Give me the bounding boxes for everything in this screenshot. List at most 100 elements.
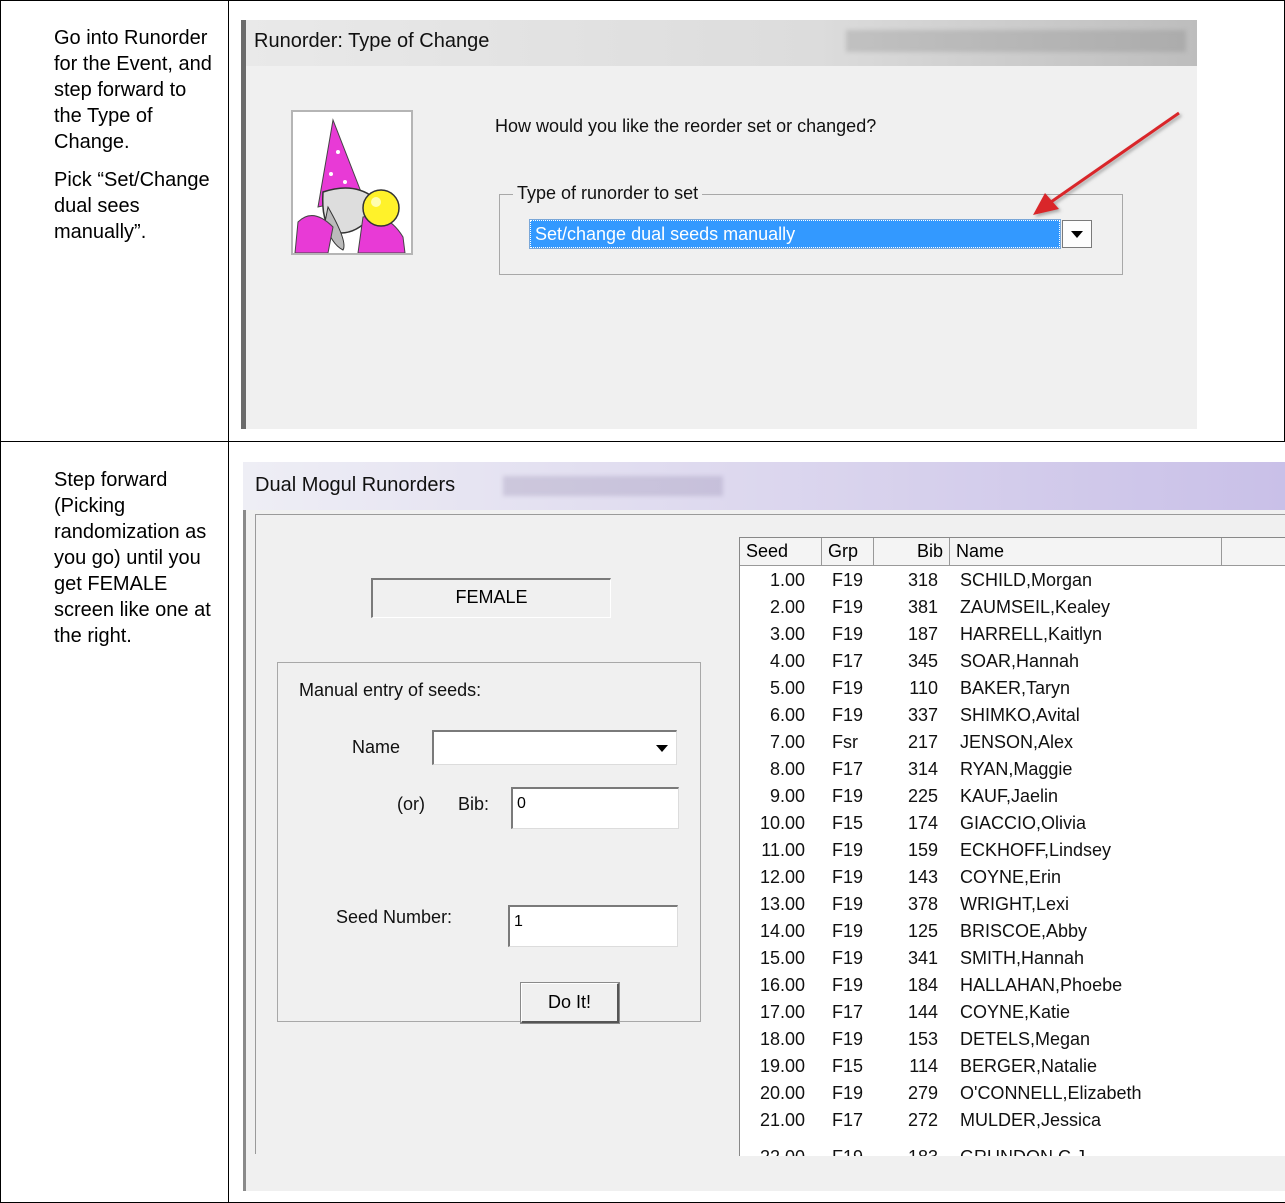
bib-cell: 187 — [907, 624, 938, 644]
bib-cell: 217 — [907, 732, 938, 752]
table-row[interactable]: 19.00 F15 114 BERGER,Natalie — [740, 1055, 1285, 1082]
grp-cell: F19 — [832, 705, 864, 725]
bib-cell: 279 — [907, 1083, 938, 1103]
seed-number-value: 1 — [514, 913, 523, 930]
window-edge — [241, 20, 246, 429]
seed-cell: 18.00 — [759, 1029, 805, 1049]
bib-cell: 174 — [907, 813, 938, 833]
bib-cell: 341 — [907, 948, 938, 968]
table-row[interactable]: 10.00 F15 174 GIACCIO,Olivia — [740, 812, 1285, 839]
bib-cell: 143 — [907, 867, 938, 887]
table-row[interactable]: 13.00 F19 378 WRIGHT,Lexi — [740, 893, 1285, 920]
bib-cell: 318 — [907, 570, 938, 590]
table-row[interactable]: 1.00 F19 318 SCHILD,Morgan — [740, 569, 1285, 596]
grp-cell: F17 — [832, 1110, 864, 1130]
column-header-seed-label: Seed — [746, 541, 789, 561]
table-row[interactable]: 17.00 F17 144 COYNE,Katie — [740, 1001, 1285, 1028]
do-it-button[interactable]: Do It! — [520, 982, 620, 1024]
name-select[interactable] — [432, 730, 677, 765]
table-row-divider — [0, 441, 1285, 442]
grp-cell: F19 — [832, 975, 864, 995]
grp-cell: F19 — [832, 570, 864, 590]
table-row[interactable]: 15.00 F19 341 SMITH,Hannah — [740, 947, 1285, 974]
or-label: (or) — [397, 794, 425, 814]
table-row[interactable]: 21.00 F17 272 MULDER,Jessica — [740, 1109, 1285, 1136]
seed-cell: 2.00 — [769, 597, 805, 617]
chevron-down-icon — [656, 744, 668, 752]
window-edge — [243, 510, 246, 1191]
seed-number-label: Seed Number: — [336, 907, 453, 927]
seed-cell: 7.00 — [769, 732, 805, 752]
name-cell: BAKER,Taryn — [960, 678, 1071, 698]
grp-cell: F19 — [832, 948, 864, 968]
grp-cell: F19 — [832, 624, 864, 644]
runorder-type-select[interactable]: Set/change dual seeds manually — [529, 219, 1061, 249]
name-cell: SOAR,Hannah — [960, 651, 1080, 671]
column-header-extra[interactable] — [1222, 538, 1285, 566]
column-header-bib[interactable]: Bib — [874, 538, 950, 566]
grp-cell: F19 — [832, 786, 864, 806]
name-label: Name — [352, 737, 401, 757]
seed-cell: 9.00 — [769, 786, 805, 806]
column-header-bib-label: Bib — [916, 541, 943, 561]
grp-cell: F17 — [832, 651, 864, 671]
seed-cell: 8.00 — [769, 759, 805, 779]
column-header-grp[interactable]: Grp — [822, 538, 874, 566]
table-row[interactable]: 20.00 F19 279 O'CONNELL,Elizabeth — [740, 1082, 1285, 1109]
bib-cell: 272 — [907, 1110, 938, 1130]
table-row[interactable]: 9.00 F19 225 KAUF,Jaelin — [740, 785, 1285, 812]
column-header-name[interactable]: Name — [950, 538, 1222, 566]
grp-cell: Fsr — [832, 732, 858, 752]
table-row[interactable]: 18.00 F19 153 DETELS,Megan — [740, 1028, 1285, 1055]
annotation-arrow-icon — [1033, 111, 1180, 215]
grp-cell: F19 — [832, 894, 864, 914]
bib-cell: 337 — [907, 705, 938, 725]
bib-value: 0 — [517, 795, 526, 812]
table-border-left — [0, 0, 1, 1203]
column-header-name-label: Name — [956, 541, 1005, 561]
name-cell: COYNE,Erin — [960, 867, 1062, 887]
table-row[interactable]: 2.00 F19 381 ZAUMSEIL,Kealey — [740, 596, 1285, 623]
table-row[interactable]: 6.00 F19 337 SHIMKO,Avital — [740, 704, 1285, 731]
table-row[interactable]: 5.00 F19 110 BAKER,Taryn — [740, 677, 1285, 704]
seed-cell: 13.00 — [759, 894, 805, 914]
seed-cell: 21.00 — [759, 1110, 805, 1130]
bib-label: Bib: — [458, 794, 490, 814]
seed-cell: 15.00 — [759, 948, 805, 968]
bib-cell: 110 — [909, 678, 938, 698]
bib-input[interactable]: 0 — [511, 787, 679, 829]
runorder-list[interactable]: Seed Grp Bib Name 1.00 F19 318 SCHILD,Morga… — [739, 537, 1285, 1177]
dialog-titlebar[interactable]: Runorder: Type of Change — [246, 20, 1197, 66]
row2-instructions: Step forward (Picking randomization as y… — [54, 467, 224, 661]
seed-cell: 20.00 — [759, 1083, 805, 1103]
grp-cell: F19 — [832, 921, 864, 941]
seed-cell: 11.00 — [761, 840, 805, 860]
name-cell: SHIMKO,Avital — [960, 705, 1080, 725]
grp-cell: F17 — [832, 1002, 864, 1022]
name-dropdown-button[interactable] — [648, 732, 676, 763]
seed-number-input[interactable]: 1 — [508, 905, 678, 947]
table-row[interactable]: 7.00 Fsr 217 JENSON,Alex — [740, 731, 1285, 758]
chevron-down-icon — [1071, 231, 1083, 238]
grp-cell: F19 — [832, 678, 864, 698]
grp-cell: F19 — [832, 597, 864, 617]
row1-instructions: Go into Runorder for the Event, and step… — [54, 25, 219, 257]
table-row[interactable]: 8.00 F17 314 RYAN,Maggie — [740, 758, 1285, 785]
table-row[interactable]: 4.00 F17 345 SOAR,Hannah — [740, 650, 1285, 677]
column-header-seed[interactable]: Seed — [740, 538, 822, 566]
table-row[interactable]: 14.00 F19 125 BRISCOE,Abby — [740, 920, 1285, 947]
seed-cell: 3.00 — [769, 624, 805, 644]
table-row[interactable]: 3.00 F19 187 HARRELL,Kaitlyn — [740, 623, 1285, 650]
seed-cell: 10.00 — [759, 813, 805, 833]
reorder-question: How would you like the reorder set or ch… — [495, 116, 877, 136]
window-titlebar[interactable]: Dual Mogul Runorders — [243, 462, 1285, 510]
row1-instruction-2: Pick “Set/Change dual sees manually”. — [54, 169, 210, 243]
runorder-type-selected: Set/change dual seeds manually — [535, 224, 796, 244]
table-row[interactable]: 12.00 F19 143 COYNE,Erin — [740, 866, 1285, 893]
seed-cell: 12.00 — [759, 867, 805, 887]
seed-cell: 14.00 — [759, 921, 805, 941]
table-row[interactable]: 11.00 F19 159 ECKHOFF,Lindsey — [740, 839, 1285, 866]
table-row[interactable]: 16.00 F19 184 HALLAHAN,Phoebe — [740, 974, 1285, 1001]
bib-cell: 114 — [909, 1056, 938, 1076]
bib-cell: 125 — [907, 921, 938, 941]
